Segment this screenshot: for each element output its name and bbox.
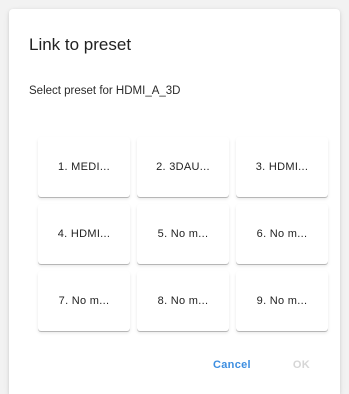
preset-button-1[interactable]: 1. MEDI... [38,137,130,197]
preset-button-7[interactable]: 7. No m... [38,271,130,331]
preset-button-5[interactable]: 5. No m... [137,204,229,264]
preset-button-6[interactable]: 6. No m... [236,204,328,264]
dialog-title: Link to preset [29,35,132,54]
preset-button-2[interactable]: 2. 3DAU... [137,137,229,197]
link-to-preset-dialog: Link to preset Select preset for HDMI_A_… [9,9,340,394]
preset-grid: 1. MEDI... 2. 3DAU... 3. HDMI... 4. HDMI… [38,137,328,331]
preset-button-4[interactable]: 4. HDMI... [38,204,130,264]
preset-button-3[interactable]: 3. HDMI... [236,137,328,197]
dialog-actions: Cancel OK [203,353,320,377]
confirm-button[interactable]: OK [283,353,320,377]
cancel-button[interactable]: Cancel [203,353,261,377]
preset-button-8[interactable]: 8. No m... [137,271,229,331]
dialog-subtitle: Select preset for HDMI_A_3D [29,85,181,97]
preset-button-9[interactable]: 9. No m... [236,271,328,331]
